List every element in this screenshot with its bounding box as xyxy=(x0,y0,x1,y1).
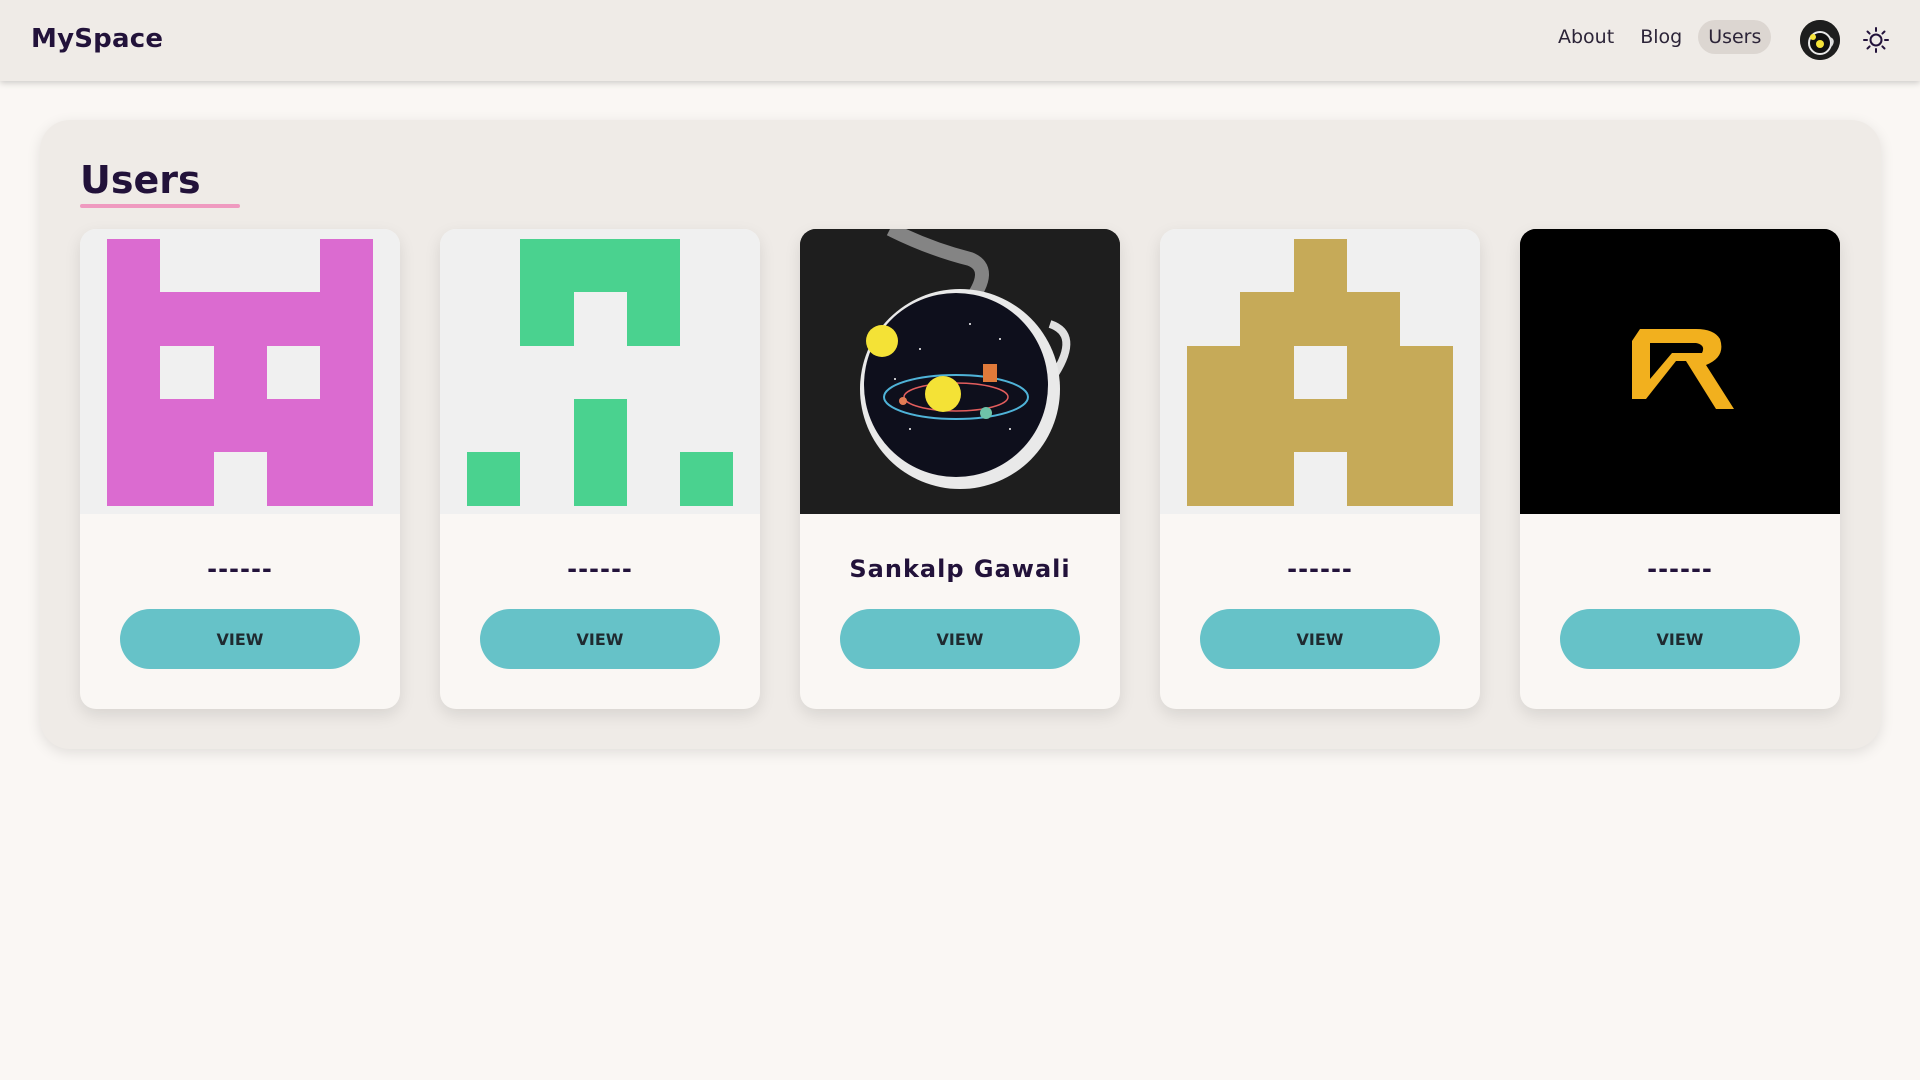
user-card: ------ VIEW xyxy=(1520,229,1840,709)
view-user-button[interactable]: VIEW xyxy=(1200,609,1440,669)
view-user-button[interactable]: VIEW xyxy=(840,609,1080,669)
nav-blog[interactable]: Blog xyxy=(1630,20,1692,54)
user-name: ------ xyxy=(567,555,633,583)
user-avatar-image xyxy=(80,229,400,514)
brand-logo[interactable]: MySpace xyxy=(31,24,163,54)
nav-about[interactable]: About xyxy=(1548,20,1624,54)
user-card: ------ VIEW xyxy=(80,229,400,709)
sun-icon xyxy=(1863,27,1889,53)
view-user-button[interactable]: VIEW xyxy=(480,609,720,669)
user-card: ------ VIEW xyxy=(440,229,760,709)
tea-cup-galaxy-icon xyxy=(800,229,1120,514)
user-name: Sankalp Gawali xyxy=(849,555,1071,583)
users-panel: Users ------ VIEW ------ VIEW Sankalp Ga… xyxy=(40,120,1881,749)
theme-toggle-button[interactable] xyxy=(1862,26,1890,54)
page-title: Users xyxy=(80,158,201,202)
user-name: ------ xyxy=(1647,555,1713,583)
main-nav: About Blog Users xyxy=(1548,20,1772,54)
user-avatar-image xyxy=(440,229,760,514)
pink-identicon-icon xyxy=(107,239,373,506)
view-user-button[interactable]: VIEW xyxy=(1560,609,1800,669)
user-name: ------ xyxy=(207,555,273,583)
top-navbar: MySpace About Blog Users xyxy=(0,0,1920,81)
profile-avatar[interactable] xyxy=(1800,20,1840,60)
user-card: Sankalp Gawali VIEW xyxy=(800,229,1120,709)
user-card-list: ------ VIEW ------ VIEW Sankalp Gawali V… xyxy=(80,229,1840,709)
gold-identicon-icon xyxy=(1187,239,1453,506)
user-avatar-image xyxy=(1160,229,1480,514)
green-identicon-icon xyxy=(467,239,733,506)
nav-users[interactable]: Users xyxy=(1698,20,1772,54)
user-avatar-image xyxy=(800,229,1120,514)
user-card: ------ VIEW xyxy=(1160,229,1480,709)
view-user-button[interactable]: VIEW xyxy=(120,609,360,669)
user-avatar-image xyxy=(1520,229,1840,514)
r-logo-icon xyxy=(1520,229,1840,514)
title-underline xyxy=(80,204,240,208)
tea-cup-galaxy-icon xyxy=(1800,20,1840,60)
user-name: ------ xyxy=(1287,555,1353,583)
